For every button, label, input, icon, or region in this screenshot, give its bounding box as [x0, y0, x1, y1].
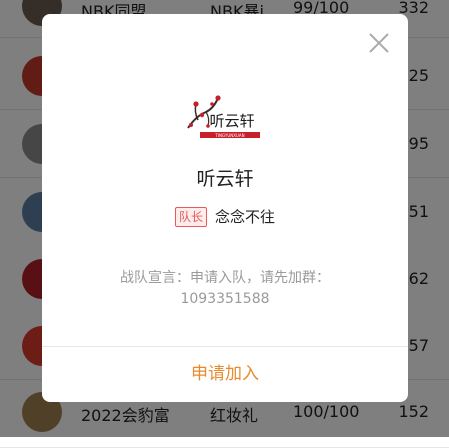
- logo-text: 听云轩: [209, 112, 254, 130]
- close-button[interactable]: [368, 32, 390, 54]
- team-name-title: 听云轩: [196, 168, 254, 190]
- close-icon: [369, 33, 389, 53]
- apply-join-button[interactable]: 申请加入: [42, 347, 408, 402]
- declaration-line: 战队宣言：申请入队，请先加群：: [120, 270, 330, 286]
- team-declaration: 战队宣言：申请入队，请先加群： 1093351588: [42, 268, 408, 310]
- declaration-group-number: 1093351588: [180, 291, 270, 307]
- captain-badge: 队长: [174, 206, 207, 227]
- logo-subtext: TINGYUNXUAN: [214, 133, 244, 138]
- captain-name: 念念不往: [215, 208, 276, 226]
- team-info-dialog: TINGYUNXUAN 听云轩 听云轩 队长 念念不往 战队宣言：申请入队，请先…: [42, 14, 408, 402]
- team-logo-icon: TINGYUNXUAN 听云轩: [184, 88, 264, 144]
- captain-info: 队长 念念不往: [42, 206, 408, 227]
